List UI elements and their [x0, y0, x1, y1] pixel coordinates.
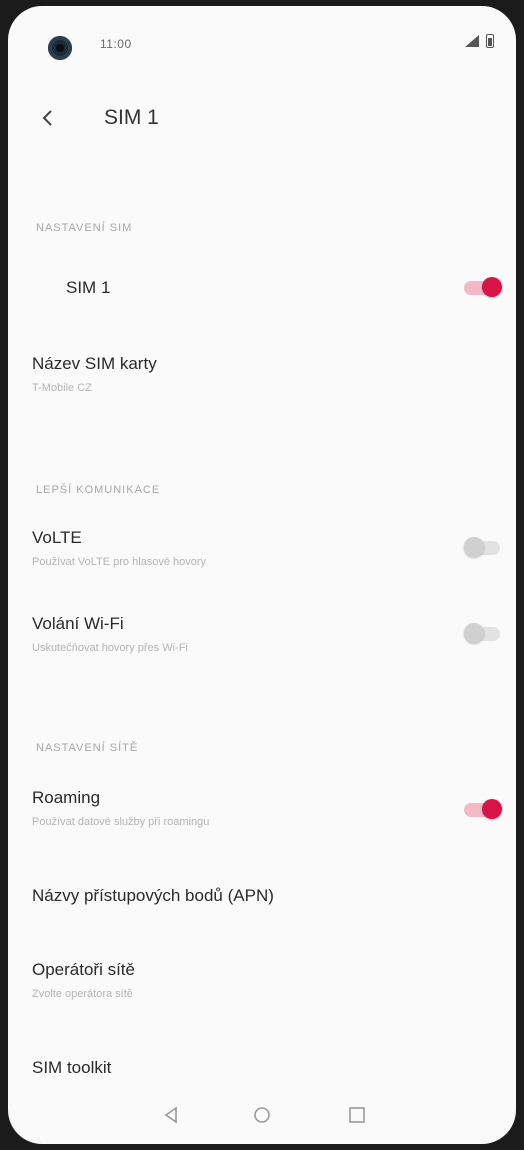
back-arrow-icon[interactable]: [38, 108, 58, 128]
wifi-calling-subtitle: Uskutečňovat hovory přes Wi-Fi: [32, 642, 188, 654]
toggle-thumb: [464, 623, 484, 643]
section-header-network: NASTAVENÍ SÍTĚ: [36, 742, 139, 754]
app-header: SIM 1: [8, 92, 516, 144]
signal-icon: [465, 35, 479, 47]
page-title: SIM 1: [104, 106, 159, 129]
toggle-thumb: [482, 277, 502, 297]
volte-subtitle: Používat VoLTE pro hlasové hovory: [32, 556, 207, 568]
status-icons: [464, 34, 494, 48]
navigation-bar: [8, 1088, 516, 1144]
volte-title: VoLTE: [32, 528, 82, 547]
toggle-thumb: [482, 799, 502, 819]
nav-recents-icon[interactable]: [344, 1102, 370, 1128]
network-operator-title: Operátoři sítě: [32, 960, 135, 979]
section-header-sim: NASTAVENÍ SIM: [36, 222, 133, 234]
roaming-title: Roaming: [32, 788, 101, 807]
toggle-thumb: [464, 537, 484, 557]
nav-back-icon[interactable]: [158, 1102, 184, 1128]
roaming-toggle[interactable]: [464, 798, 504, 820]
volte-toggle[interactable]: [464, 536, 504, 558]
sim-name-title: Název SIM karty: [32, 354, 157, 373]
sim-enable-toggle[interactable]: [464, 276, 504, 298]
phone-screen: 11:00 SIM 1 NASTAVENÍ SIM SIM 1 Název SI…: [8, 6, 516, 1144]
roaming-subtitle: Používat datové služby při roamingu: [32, 816, 210, 828]
status-bar: 11:00: [8, 6, 516, 68]
wifi-calling-title: Volání Wi-Fi: [32, 614, 124, 633]
network-operator-subtitle: Zvolte operátora sítě: [32, 988, 133, 1000]
section-header-calls: LEPŠÍ KOMUNIKACE: [36, 484, 161, 496]
sim-toggle-label: SIM 1: [66, 278, 111, 297]
nav-home-icon[interactable]: [249, 1102, 275, 1128]
sim-name-value: T-Mobile CZ: [32, 382, 92, 394]
apn-title: Názvy přístupových bodů (APN): [32, 886, 274, 905]
camera-cutout: [48, 36, 72, 60]
battery-icon: [486, 34, 494, 48]
wifi-calling-toggle[interactable]: [464, 622, 504, 644]
status-time: 11:00: [100, 37, 132, 51]
sim-toolkit-title: SIM toolkit: [32, 1058, 112, 1077]
